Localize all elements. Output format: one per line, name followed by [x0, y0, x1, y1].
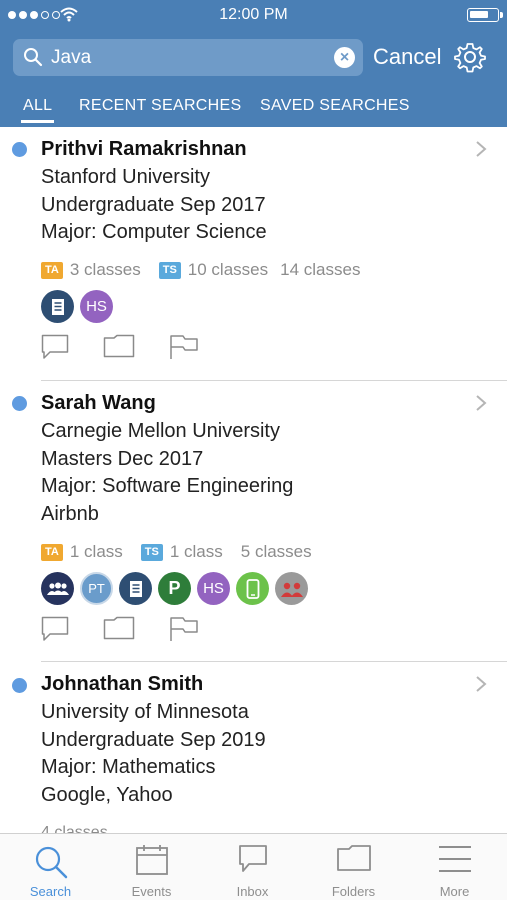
candidate-degree: Masters Dec 2017 — [41, 448, 204, 470]
candidate-name: Prithvi Ramakrishnan — [41, 138, 247, 160]
document-icon[interactable] — [119, 572, 152, 605]
hs-icon[interactable]: HS — [197, 572, 230, 605]
flag-icon[interactable] — [169, 334, 199, 360]
pt-icon[interactable]: PT — [80, 572, 113, 605]
cancel-button[interactable]: Cancel — [373, 44, 441, 70]
total-classes: 4 classes — [41, 824, 108, 833]
folder-icon[interactable] — [103, 334, 135, 358]
candidate-major: Major: Software Engineering — [41, 475, 294, 497]
search-icon — [35, 846, 67, 879]
unread-dot — [12, 396, 27, 411]
total-classes: 5 classes — [240, 542, 312, 561]
candidate-major: Major: Computer Science — [41, 221, 267, 243]
list-item[interactable]: Prithvi Ramakrishnan Stanford University… — [0, 127, 507, 381]
group-icon[interactable] — [41, 572, 74, 605]
tabbar-search[interactable]: Search — [0, 834, 101, 900]
candidate-name: Johnathan Smith — [41, 673, 204, 695]
ts-badge: TS — [140, 543, 163, 561]
chevron-right-icon — [476, 676, 487, 692]
ts-badge: TS — [158, 261, 181, 279]
ta-classes: 1 class — [69, 542, 123, 561]
tabbar-label: More — [439, 884, 470, 899]
ts-classes: 10 classes — [187, 260, 269, 279]
profile-icons: PT P HS — [41, 572, 308, 605]
flag-icon[interactable] — [169, 616, 199, 642]
profile-icons: HS — [41, 290, 113, 323]
search-tabs: ALL RECENT SEARCHES SAVED SEARCHES — [0, 97, 507, 127]
card-actions — [41, 616, 233, 642]
tabbar-inbox[interactable]: Inbox — [202, 834, 303, 900]
menu-icon — [438, 846, 471, 872]
folder-icon[interactable] — [103, 616, 135, 640]
tabbar-label: Folders — [331, 884, 376, 899]
header: 12:00 PM × Cancel ALL RECENT SEARCHES SA… — [0, 0, 507, 127]
unread-dot — [12, 678, 27, 693]
candidate-school: University of Minnesota — [41, 701, 249, 723]
candidate-company: Airbnb — [41, 503, 99, 525]
class-stats: TA 3 classes TS 10 classes 14 classes — [41, 260, 378, 280]
chevron-right-icon — [476, 141, 487, 157]
tabbar-label: Events — [131, 884, 172, 899]
search-input[interactable] — [51, 39, 331, 76]
search-box[interactable]: × — [13, 39, 363, 76]
calendar-icon — [135, 845, 168, 875]
tab-recent-searches[interactable]: RECENT SEARCHES — [79, 97, 241, 115]
chat-bubble-icon — [238, 845, 267, 872]
candidate-major: Major: Mathematics — [41, 756, 216, 778]
tabbar-folders[interactable]: Folders — [303, 834, 404, 900]
list-item[interactable]: Johnathan Smith University of Minnesota … — [0, 662, 507, 833]
hs-icon[interactable]: HS — [80, 290, 113, 323]
status-time: 12:00 PM — [219, 6, 288, 23]
ta-classes: 3 classes — [69, 260, 141, 279]
ta-badge: TA — [41, 261, 63, 279]
p-icon[interactable]: P — [158, 572, 191, 605]
folder-icon — [336, 845, 371, 871]
phone-icon[interactable] — [236, 572, 269, 605]
class-stats: TA 1 class TS 1 class 5 classes — [41, 542, 330, 562]
tabbar-label: Inbox — [236, 884, 269, 899]
candidate-school: Stanford University — [41, 166, 210, 188]
bottom-tab-bar: Search Events Inbox Folders More — [0, 833, 507, 900]
comment-icon[interactable] — [41, 334, 69, 360]
candidate-company: Google, Yahoo — [41, 784, 173, 806]
tabbar-label: Search — [29, 884, 72, 899]
search-icon — [24, 48, 43, 67]
candidate-name: Sarah Wang — [41, 392, 156, 414]
chevron-right-icon — [476, 395, 487, 411]
tab-all[interactable]: ALL — [20, 97, 55, 123]
people-red-icon[interactable] — [275, 572, 308, 605]
document-icon[interactable] — [41, 290, 74, 323]
ts-classes: 1 class — [169, 542, 223, 561]
battery-icon — [467, 8, 503, 22]
results-list[interactable]: Prithvi Ramakrishnan Stanford University… — [0, 127, 507, 833]
tab-saved-searches[interactable]: SAVED SEARCHES — [260, 97, 410, 115]
tabbar-events[interactable]: Events — [101, 834, 202, 900]
candidate-degree: Undergraduate Sep 2019 — [41, 729, 266, 751]
candidate-school: Carnegie Mellon University — [41, 420, 280, 442]
status-bar: 12:00 PM — [0, 0, 507, 30]
gear-icon[interactable] — [454, 41, 486, 73]
comment-icon[interactable] — [41, 616, 69, 642]
total-classes: 14 classes — [280, 260, 361, 279]
card-actions — [41, 334, 233, 360]
ta-badge: TA — [41, 543, 63, 561]
tabbar-more[interactable]: More — [404, 834, 505, 900]
unread-dot — [12, 142, 27, 157]
list-item[interactable]: Sarah Wang Carnegie Mellon University Ma… — [0, 381, 507, 662]
clear-search-icon[interactable]: × — [334, 47, 355, 68]
candidate-degree: Undergraduate Sep 2017 — [41, 194, 266, 216]
